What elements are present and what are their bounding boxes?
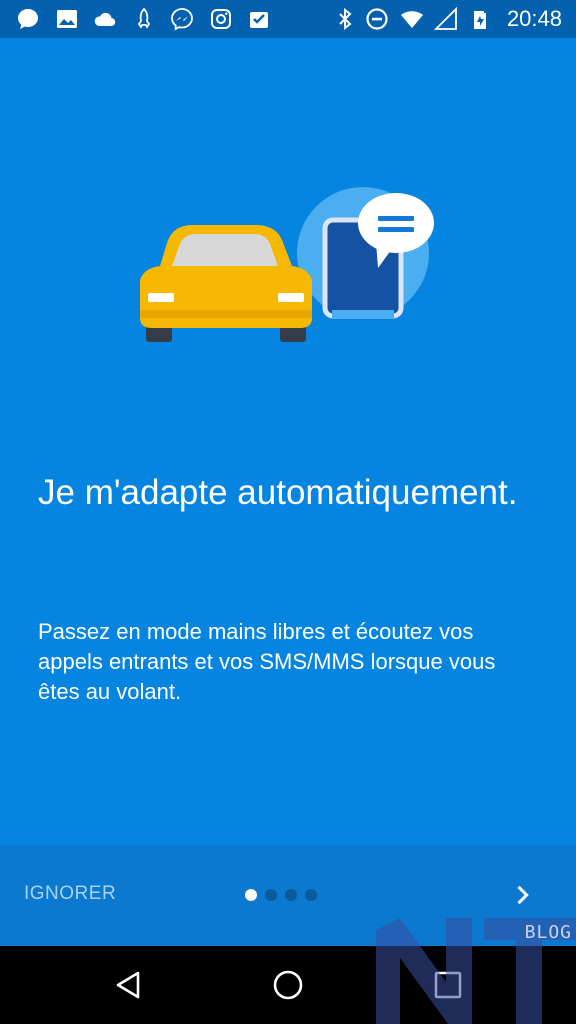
back-triangle-icon	[116, 971, 140, 999]
onboarding-title: Je m'adapte automatiquement.	[38, 473, 518, 512]
car-icon	[140, 225, 312, 342]
bluetooth-icon	[339, 7, 352, 31]
chevron-right-icon	[517, 885, 529, 905]
screen: 20:48 Je m'adapte automatiquement. Passe…	[0, 0, 576, 1024]
messenger-icon	[171, 8, 193, 31]
battery-charging-icon	[474, 11, 486, 29]
instagram-icon	[211, 9, 231, 29]
image-icon	[57, 10, 77, 28]
chat-bubble-icon	[18, 9, 38, 29]
signal-icon	[434, 7, 457, 30]
cloud-icon	[94, 12, 116, 27]
home-circle-icon	[273, 970, 303, 1000]
watermark-blog-label: BLOG	[524, 922, 572, 943]
status-bar: 20:48	[0, 0, 576, 38]
page-dot	[265, 889, 277, 901]
next-button[interactable]	[508, 881, 536, 909]
wifi-icon	[401, 11, 423, 28]
back-button[interactable]	[108, 965, 148, 1005]
do-not-disturb-icon	[366, 8, 388, 30]
skip-button[interactable]: IGNORER	[24, 883, 116, 905]
onboarding-description: Passez en mode mains libres et écoutez v…	[38, 619, 496, 704]
status-time: 20:48	[506, 6, 562, 31]
page-dot	[305, 889, 317, 901]
clipboard-check-icon	[250, 12, 268, 28]
phone-message-icon	[297, 187, 434, 319]
rocket-icon	[137, 7, 151, 29]
page-indicator	[245, 888, 325, 902]
page-dot	[285, 889, 297, 901]
page-dot-active	[245, 889, 257, 901]
car-phone-illustration	[140, 187, 434, 342]
home-button[interactable]	[268, 965, 308, 1005]
